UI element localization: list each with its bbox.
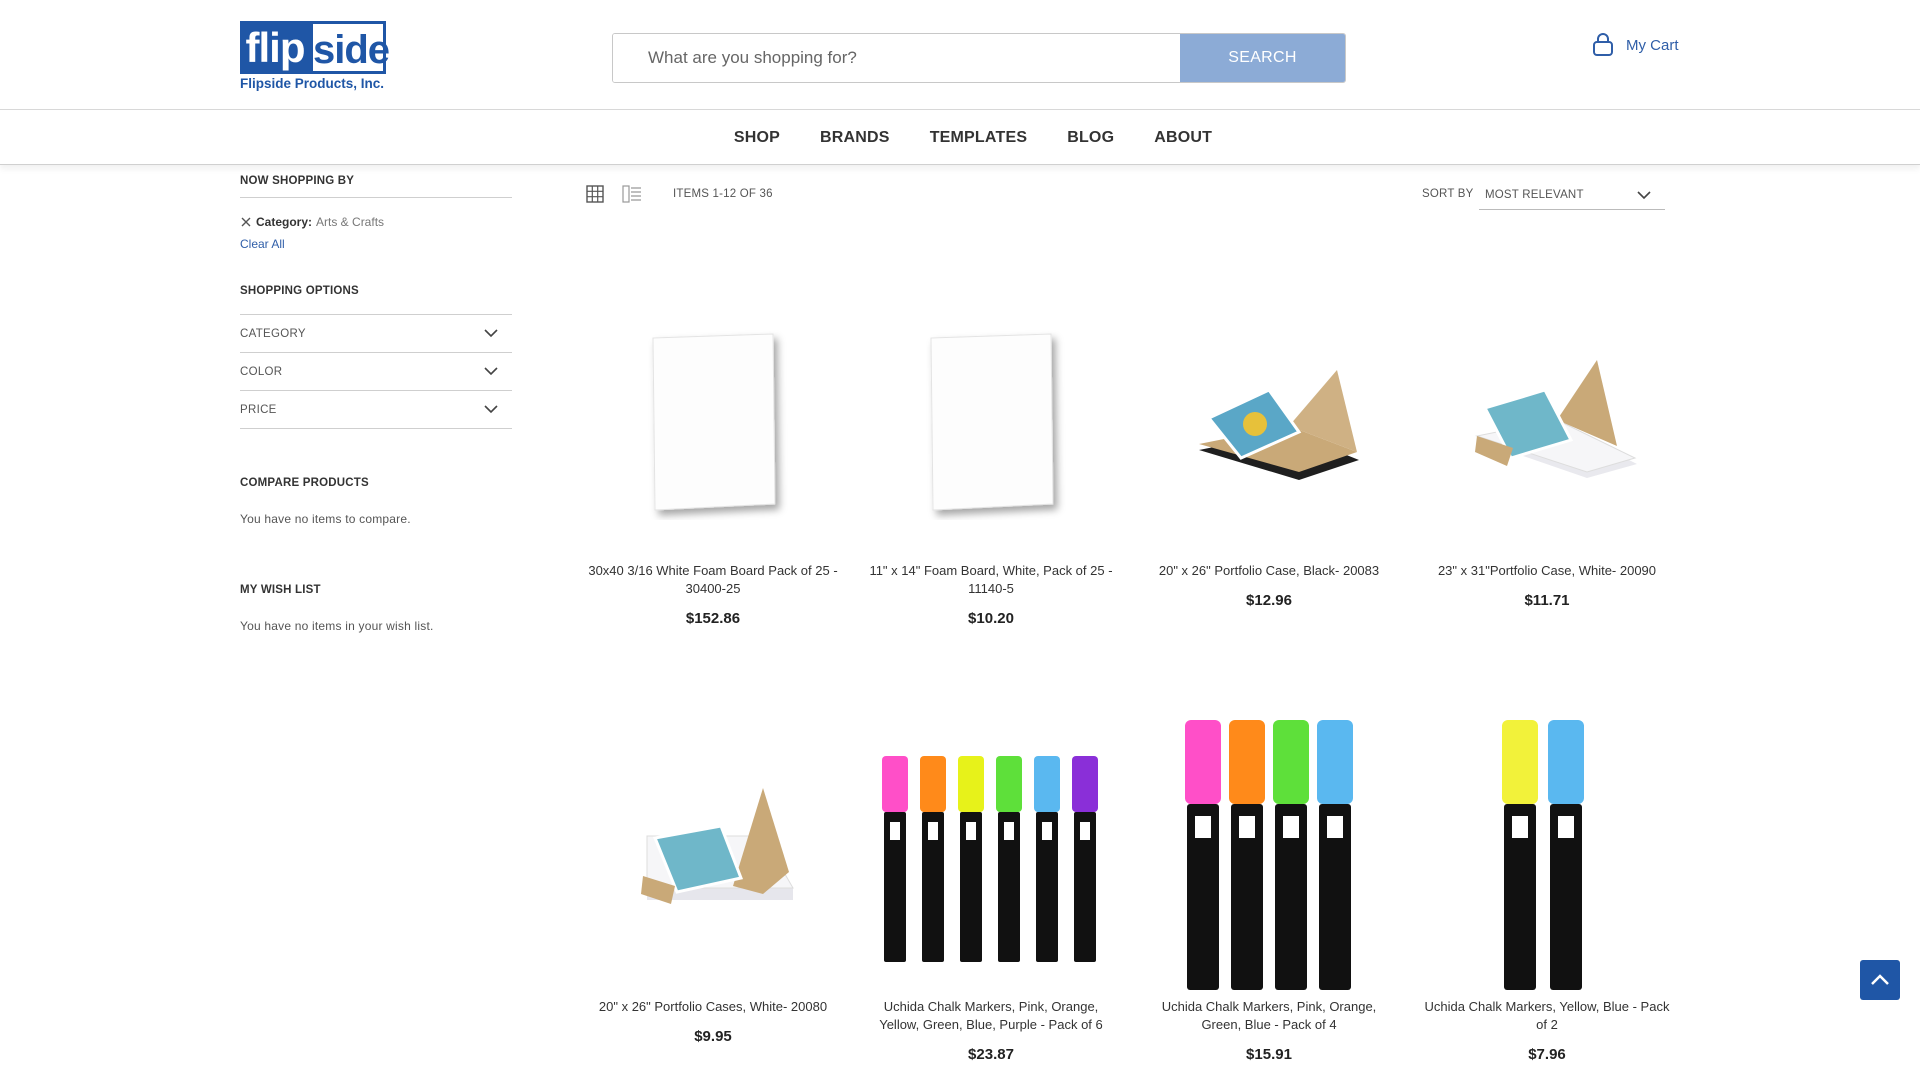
nav-blog[interactable]: BLOG xyxy=(1067,110,1114,164)
filter-sidebar: NOW SHOPPING BY Category: Arts & Crafts … xyxy=(240,175,512,633)
option-price[interactable]: PRICE xyxy=(240,391,512,429)
option-color[interactable]: COLOR xyxy=(240,353,512,391)
chalk-markers-2-image xyxy=(1502,720,1584,990)
product-name[interactable]: 30x40 3/16 White Foam Board Pack of 25 -… xyxy=(585,562,841,598)
search-input[interactable] xyxy=(613,34,1180,82)
shopping-bag-icon xyxy=(1593,33,1613,56)
white-foam-board-image xyxy=(652,333,776,511)
product-name[interactable]: 20" x 26" Portfolio Case, Black- 20083 xyxy=(1141,562,1397,580)
chevron-up-icon xyxy=(1871,974,1889,985)
product-image[interactable] xyxy=(585,706,841,1006)
chalk-markers-6-image xyxy=(882,756,1098,962)
chalk-markers-4-image xyxy=(1185,720,1353,990)
clear-all-link[interactable]: Clear All xyxy=(240,237,512,251)
option-price-label: PRICE xyxy=(240,403,277,416)
portfolio-case-white-image xyxy=(641,788,794,904)
product-price: $12.96 xyxy=(1246,592,1292,609)
product-name[interactable]: 20" x 26" Portfolio Cases, White- 20080 xyxy=(585,998,841,1016)
logo-mark: flip side xyxy=(240,21,390,74)
product-name[interactable]: 23" x 31"Portfolio Case, White- 20090 xyxy=(1419,562,1675,580)
compare-empty-text: You have no items to compare. xyxy=(240,512,411,526)
site-header: flip side Flipside Products, Inc. SEARCH… xyxy=(0,0,1920,110)
nav-brands[interactable]: BRANDS xyxy=(820,110,890,164)
product-price: $7.96 xyxy=(1528,1046,1566,1063)
option-category[interactable]: CATEGORY xyxy=(240,315,512,353)
product-name[interactable]: Uchida Chalk Markers, Yellow, Blue - Pac… xyxy=(1419,998,1675,1034)
cart-label: My Cart xyxy=(1626,36,1679,54)
divider xyxy=(240,197,512,198)
product-image[interactable] xyxy=(585,270,841,570)
compare-products-title: COMPARE PRODUCTS xyxy=(240,477,369,489)
items-count: ITEMS 1-12 OF 36 xyxy=(673,188,773,200)
product-price: $23.87 xyxy=(968,1046,1014,1063)
nav-shop[interactable]: SHOP xyxy=(734,110,780,164)
chevron-down-icon xyxy=(484,367,498,376)
nav-templates[interactable]: TEMPLATES xyxy=(930,110,1028,164)
sort-selected-value: MOST RELEVANT xyxy=(1485,189,1584,201)
sort-by-label: SORT BY xyxy=(1422,188,1474,200)
product-toolbar: ITEMS 1-12 OF 36 SORT BY MOST RELEVANT xyxy=(586,183,1666,213)
list-view-icon[interactable] xyxy=(622,185,642,203)
grid-view-icon[interactable] xyxy=(586,185,604,203)
shopping-options-title: SHOPPING OPTIONS xyxy=(240,285,359,297)
chevron-down-icon xyxy=(1637,190,1651,199)
product-name[interactable]: 11" x 14" Foam Board, White, Pack of 25 … xyxy=(863,562,1119,598)
white-foam-board-image xyxy=(930,333,1054,511)
product-name[interactable]: Uchida Chalk Markers, Pink, Orange, Yell… xyxy=(863,998,1119,1034)
search-bar: SEARCH xyxy=(612,33,1346,83)
logo-subtitle: Flipside Products, Inc. xyxy=(240,76,385,91)
filter-value: Arts & Crafts xyxy=(316,215,385,229)
option-color-label: COLOR xyxy=(240,365,283,378)
chevron-down-icon xyxy=(484,405,498,414)
product-image[interactable] xyxy=(1141,706,1397,1006)
product-price: $11.71 xyxy=(1524,592,1570,609)
flipside-logo[interactable]: flip side Flipside Products, Inc. xyxy=(240,21,390,95)
wish-list-empty-text: You have no items in your wish list. xyxy=(240,619,434,633)
portfolio-case-black-image xyxy=(1199,370,1359,480)
product-price: $152.86 xyxy=(685,610,741,627)
search-button[interactable]: SEARCH xyxy=(1180,34,1345,82)
product-image[interactable] xyxy=(863,270,1119,570)
sort-by-select[interactable]: MOST RELEVANT xyxy=(1479,181,1665,210)
back-to-top-button[interactable] xyxy=(1860,960,1900,1000)
wish-list-title: MY WISH LIST xyxy=(240,584,321,596)
now-shopping-by-title: NOW SHOPPING BY xyxy=(240,175,355,187)
nav-about[interactable]: ABOUT xyxy=(1154,110,1212,164)
portfolio-case-white-image xyxy=(1475,360,1637,478)
option-category-label: CATEGORY xyxy=(240,327,306,340)
product-price: $9.95 xyxy=(694,1028,732,1045)
active-filter: Category: Arts & Crafts xyxy=(240,215,512,229)
product-image[interactable] xyxy=(1419,270,1675,570)
filter-label: Category: xyxy=(256,215,313,229)
product-image[interactable] xyxy=(1419,706,1675,1006)
product-price: $10.20 xyxy=(968,610,1014,627)
logo-flip-text: flip xyxy=(240,21,310,74)
logo-side-text: side xyxy=(310,21,390,74)
product-image[interactable] xyxy=(1141,270,1397,570)
remove-filter-icon[interactable] xyxy=(240,216,252,228)
chevron-down-icon xyxy=(484,329,498,338)
main-navigation: SHOP BRANDS TEMPLATES BLOG ABOUT xyxy=(0,110,1920,165)
product-image[interactable] xyxy=(863,706,1119,1006)
product-price: $15.91 xyxy=(1246,1046,1292,1063)
product-name[interactable]: Uchida Chalk Markers, Pink, Orange, Gree… xyxy=(1141,998,1397,1034)
my-cart-link[interactable]: My Cart xyxy=(1592,33,1679,57)
